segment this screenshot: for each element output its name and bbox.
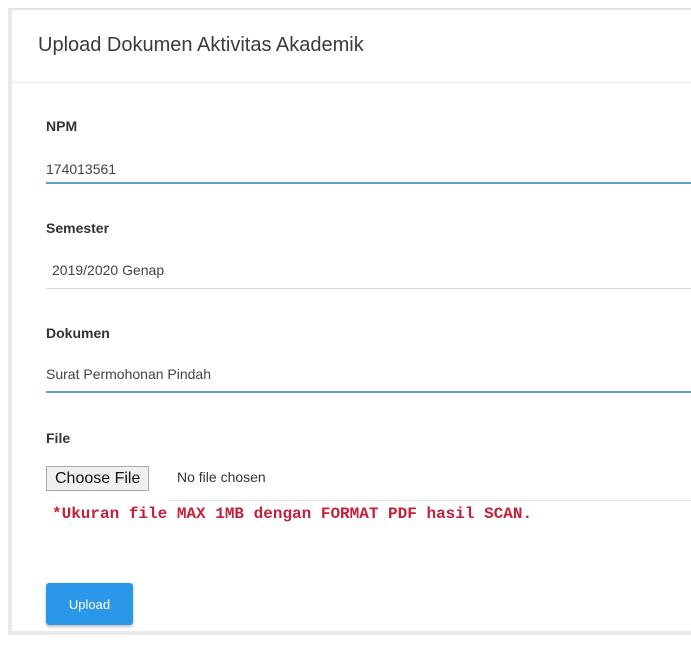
file-label: File — [46, 430, 71, 446]
upload-form-card: Upload Dokumen Aktivitas Akademik NPM 17… — [8, 10, 691, 635]
semester-label: Semester — [46, 220, 110, 236]
file-size-notice: *Ukuran file MAX 1MB dengan FORMAT PDF h… — [52, 505, 533, 523]
semester-select[interactable]: 2019/2020 Genap — [52, 262, 164, 278]
npm-field[interactable]: 174013561 — [46, 161, 116, 177]
file-status-text: No file chosen — [177, 469, 266, 485]
file-field-underline — [167, 500, 691, 501]
npm-field-underline — [46, 182, 691, 184]
dokumen-field-underline — [46, 391, 691, 393]
choose-file-button[interactable]: Choose File — [46, 466, 150, 491]
dokumen-select[interactable]: Surat Permohonan Pindah — [46, 366, 211, 382]
npm-label: NPM — [46, 118, 78, 134]
upload-button[interactable]: Upload — [46, 583, 133, 625]
dokumen-label: Dokumen — [46, 325, 110, 341]
semester-field-underline — [46, 288, 691, 289]
card-header: Upload Dokumen Aktivitas Akademik — [12, 10, 691, 83]
page-title: Upload Dokumen Aktivitas Akademik — [38, 34, 364, 56]
